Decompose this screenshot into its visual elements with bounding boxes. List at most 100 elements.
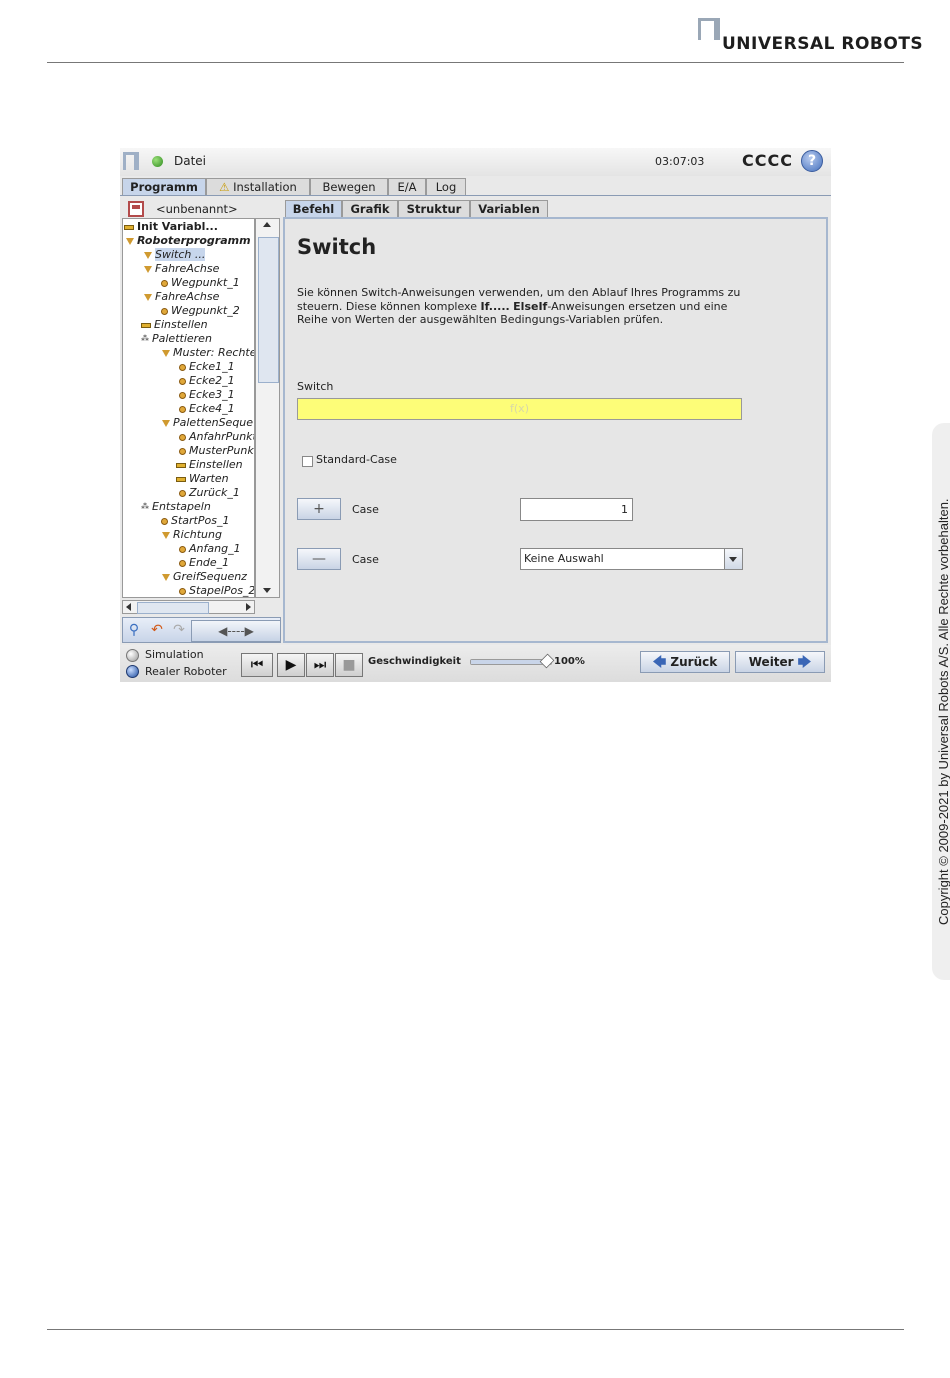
scroll-right-icon[interactable] — [246, 603, 251, 611]
waypoint-icon — [179, 433, 186, 441]
real-robot-radio[interactable] — [126, 665, 139, 678]
waypoint-icon — [179, 559, 186, 567]
file-menu[interactable]: Datei — [174, 154, 206, 168]
switch-icon — [144, 251, 152, 259]
tree-node[interactable]: ⁂ Palettieren — [141, 332, 212, 346]
tree-node[interactable]: Einstellen — [176, 458, 243, 472]
tree-horizontal-scrollbar[interactable] — [122, 600, 255, 614]
tree-node[interactable]: PalettenSeque — [162, 416, 253, 430]
redo-icon[interactable]: ↷ — [169, 620, 189, 640]
sequence-icon — [162, 419, 170, 427]
help-icon[interactable]: ? — [801, 150, 823, 172]
back-button[interactable]: 🡄 Zurück — [640, 651, 730, 673]
search-icon[interactable]: ⚲ — [125, 620, 143, 640]
ur-logo-icon — [123, 152, 139, 170]
waypoint-icon — [161, 279, 168, 287]
move-node-button[interactable]: ◀----▶ — [191, 620, 281, 642]
move-icon — [144, 293, 152, 301]
tree-node[interactable]: Roboterprogramm — [126, 234, 251, 248]
tree-node[interactable]: AnfahrPunkt — [179, 430, 254, 444]
tab-struktur[interactable]: Struktur — [398, 200, 470, 217]
stop-button[interactable]: ■ — [335, 653, 363, 677]
tree-node[interactable]: Muster: Rechte — [162, 346, 254, 360]
step-button[interactable]: ⏭ — [306, 653, 334, 677]
ur-logo-icon — [698, 18, 720, 40]
tab-ea[interactable]: E/A — [388, 178, 426, 195]
add-case-button[interactable]: + — [297, 498, 341, 520]
tree-node[interactable]: Richtung — [162, 528, 222, 542]
scroll-down-icon[interactable] — [263, 588, 271, 593]
waypoint-icon — [179, 377, 186, 385]
tab-variablen[interactable]: Variablen — [470, 200, 548, 217]
wait-icon — [176, 476, 186, 482]
tree-node[interactable]: FahreAchse — [144, 262, 219, 276]
switch-expression-field[interactable]: f(x) — [297, 398, 742, 420]
tab-log[interactable]: Log — [426, 178, 466, 195]
robot-status-icon — [152, 156, 163, 167]
brand-name: UNIVERSAL ROBOTS — [722, 34, 924, 54]
tree-node[interactable]: Ecke4_1 — [179, 402, 235, 416]
tree-node[interactable]: Warten — [176, 472, 229, 486]
tree-node[interactable]: Ecke2_1 — [179, 374, 235, 388]
plus-icon: + — [313, 501, 325, 517]
waypoint-icon — [179, 363, 186, 371]
tab-programm[interactable]: Programm — [122, 178, 206, 196]
default-case-label: Standard-Case — [316, 453, 397, 466]
assignment-icon — [124, 224, 134, 230]
case-number-input[interactable]: 1 — [520, 498, 633, 521]
scroll-thumb[interactable] — [258, 237, 279, 383]
undo-icon[interactable]: ↶ — [147, 620, 167, 640]
default-case-checkbox[interactable] — [302, 456, 313, 467]
description-text: Sie können Switch-Anweisungen verwenden,… — [297, 286, 741, 326]
tree-node[interactable]: Ende_1 — [179, 556, 229, 570]
remove-case-button[interactable]: — — [297, 548, 341, 570]
tab-divider — [120, 195, 831, 196]
tree-node-selected[interactable]: Switch ... — [144, 248, 206, 262]
scroll-thumb[interactable] — [137, 602, 209, 614]
chevron-down-icon[interactable] — [724, 549, 742, 569]
tree-node[interactable]: GreifSequenz — [162, 570, 247, 584]
tab-befehl[interactable]: Befehl — [285, 200, 342, 217]
program-name: <unbenannt> — [156, 202, 238, 216]
simulation-radio[interactable] — [126, 649, 139, 662]
next-button[interactable]: Weiter 🡆 — [735, 651, 825, 673]
case-select-dropdown[interactable]: Keine Auswahl — [520, 548, 743, 570]
tree-vertical-scrollbar[interactable] — [255, 218, 280, 598]
skip-start-button[interactable]: ⏮ — [241, 653, 273, 677]
tree-node[interactable]: Wegpunkt_1 — [161, 276, 240, 290]
tree-node[interactable]: StapelPos_2 — [179, 584, 254, 597]
program-header: <unbenannt> — [122, 198, 281, 218]
waypoint-icon — [179, 587, 186, 595]
move-icon — [144, 265, 152, 273]
tree-node[interactable]: MusterPunkt — [179, 444, 254, 458]
tab-installation-label: Installation — [233, 180, 297, 194]
tree-node[interactable]: StartPos_1 — [161, 514, 229, 528]
waypoint-icon — [179, 489, 186, 497]
tab-grafik[interactable]: Grafik — [342, 200, 398, 217]
scroll-left-icon[interactable] — [126, 603, 131, 611]
arrow-right-icon: 🡆 — [797, 655, 812, 670]
tree-node[interactable]: Einstellen — [141, 318, 208, 332]
direction-icon — [162, 531, 170, 539]
play-button[interactable]: ▶ — [277, 653, 305, 677]
scroll-up-icon[interactable] — [263, 222, 271, 227]
tab-bewegen[interactable]: Bewegen — [310, 178, 388, 195]
waypoint-icon — [179, 447, 186, 455]
save-icon[interactable] — [128, 201, 144, 217]
tab-installation[interactable]: ⚠ Installation — [206, 178, 310, 195]
tree-node[interactable]: Wegpunkt_2 — [161, 304, 240, 318]
tree-node[interactable]: FahreAchse — [144, 290, 219, 304]
tree-node[interactable]: Anfang_1 — [179, 542, 241, 556]
pattern-icon — [162, 349, 170, 357]
tree-node[interactable]: Zurück_1 — [179, 486, 240, 500]
tree-node[interactable]: Ecke3_1 — [179, 388, 235, 402]
speed-slider-thumb[interactable] — [539, 653, 555, 669]
pallet-icon: ⁂ — [141, 502, 149, 511]
tree-node[interactable]: Init Variabl... — [124, 220, 218, 234]
folder-icon — [126, 237, 134, 245]
header-rule — [47, 62, 904, 63]
set-icon — [176, 462, 186, 468]
program-tree[interactable]: Init Variabl... Roboterprogramm Switch .… — [122, 218, 255, 598]
tree-node[interactable]: ⁂ Entstapeln — [141, 500, 211, 514]
tree-node[interactable]: Ecke1_1 — [179, 360, 235, 374]
